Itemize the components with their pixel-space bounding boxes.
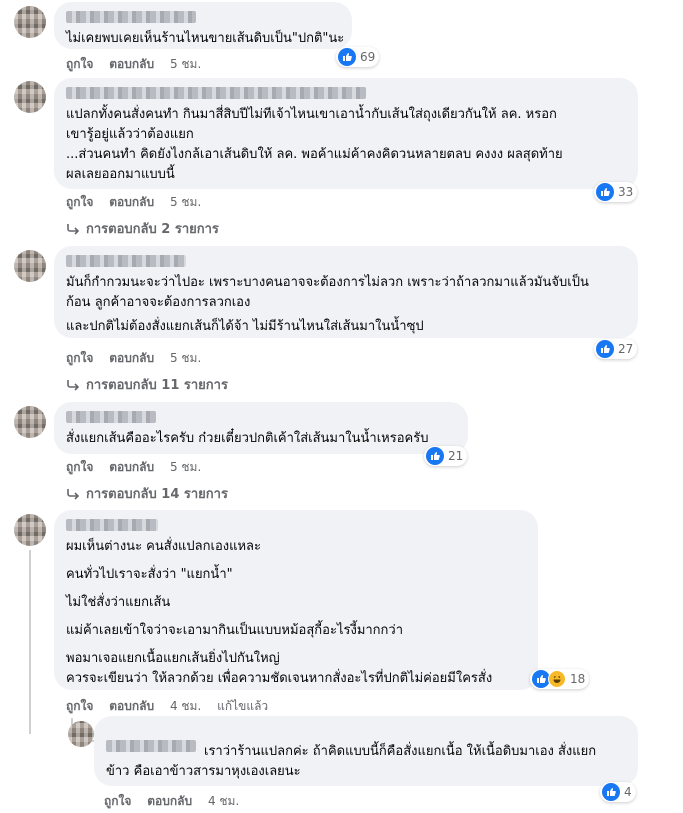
like-icon [338,48,356,66]
reaction-count: 27 [618,342,634,356]
author-name-blurred[interactable] [66,411,156,423]
like-button[interactable]: ถูกใจ [66,55,93,74]
timestamp[interactable]: 5 ชม. [170,349,201,368]
avatar[interactable] [14,514,46,546]
like-icon [596,183,614,201]
reply-arrow-icon [67,223,80,235]
comment-bubble: ไม่เคยพบเคยเห็นร้านไหนขายเส้นดิบเป็น"ปกต… [54,2,352,49]
author-name-blurred[interactable] [106,740,196,752]
reply-button[interactable]: ตอบกลับ [109,697,154,716]
reply-text: เราว่าร้านแปลกค่ะ ถ้าคิดแบบนี้ก็คือสั่งแ… [204,744,597,759]
reply-button[interactable]: ตอบกลับ [109,349,154,368]
comment-text: ไม่ใช่สั่งว่าแยกเส้น [66,595,171,610]
haha-icon [548,670,566,688]
reply-actions: ถูกใจ ตอบกลับ 4 ชม. [104,792,251,811]
like-icon [426,447,444,465]
like-icon [602,783,620,801]
reply-button[interactable]: ตอบกลับ [147,792,192,811]
comment-text: และปกติไม่ต้องสั่งแยกเส้นก็ได้จ้า ไม่มีร… [66,319,424,334]
reaction-count: 4 [624,785,632,799]
comment-actions: ถูกใจ ตอบกลับ 4 ชม. แก้ไขแล้ว [66,697,280,716]
reaction-count: 69 [360,50,376,64]
avatar[interactable] [14,406,46,438]
comment-actions: ถูกใจ ตอบกลับ 5 ชม. [66,349,213,368]
comment-bubble: แปลกทั้งคนสั่งคนทำ กินมาสี่สิบปีไม่ทีเจ้… [54,78,638,189]
comment-bubble: มันก็กำกวมนะจะว่าไปอะ เพราะบางคนอาจจะต้อ… [54,246,638,338]
reply-text: ข้าว คือเอาข้าวสารมาหุงเองเลยนะ [106,764,301,779]
reply-bubble: เราว่าร้านแปลกค่ะ ถ้าคิดแบบนี้ก็คือสั่งแ… [94,716,638,786]
reaction-summary[interactable]: 4 [600,782,636,802]
author-name-blurred[interactable] [66,11,196,23]
reply-button[interactable]: ตอบกลับ [109,458,154,477]
like-button[interactable]: ถูกใจ [66,349,93,368]
comment-actions: ถูกใจ ตอบกลับ 5 ชม. [66,55,213,74]
timestamp[interactable]: 4 ชม. [208,792,239,811]
replies-count-label[interactable]: การตอบกลับ 11 รายการ [86,374,228,395]
like-button[interactable]: ถูกใจ [66,193,93,212]
reaction-count: 18 [570,672,586,686]
comment-bubble: สั่งแยกเส้นคืออะไรครับ ก๋วยเตี๋ยวปกติเค้… [54,402,468,454]
reaction-summary[interactable]: 27 [594,339,638,359]
like-button[interactable]: ถูกใจ [66,458,93,477]
reply-button[interactable]: ตอบกลับ [109,55,154,74]
reply-button[interactable]: ตอบกลับ [109,193,154,212]
like-button[interactable]: ถูกใจ [104,792,131,811]
comment-text: คนทั่วไปเราจะสั่งว่า "แยกน้ำ" [66,567,233,582]
reaction-summary[interactable]: 21 [424,446,468,466]
comment-text: ก้อน ลูกค้าอาจจะต้องการลวกเอง [66,295,251,310]
timestamp[interactable]: 4 ชม. [170,697,201,716]
avatar[interactable] [68,721,94,747]
reaction-summary[interactable]: 69 [336,47,380,67]
timestamp[interactable]: 5 ชม. [170,193,201,212]
reaction-summary[interactable]: 18 [530,669,590,689]
comment-text: เขารู้อยู่แล้วว่าต้องแยก [66,127,194,142]
timestamp[interactable]: 5 ชม. [170,458,201,477]
comment-text: ผลเลยออกมาแบบนี้ [66,167,175,182]
author-name-blurred[interactable] [66,519,158,531]
replies-count-label[interactable]: การตอบกลับ 2 รายการ [86,218,219,239]
comment-bubble: ผมเห็นต่างนะ คนสั่งแปลกเองแหละ คนทั่วไปเ… [54,510,538,690]
comment-text: ...ส่วนคนทำ คิดยังไงกล้เอาเส้นดิบให้ ลค.… [66,147,563,162]
comment-text: ผมเห็นต่างนะ คนสั่งแปลกเองแหละ [66,539,262,554]
comment-text: มันก็กำกวมนะจะว่าไปอะ เพราะบางคนอาจจะต้อ… [66,275,589,290]
comment-text: แปลกทั้งคนสั่งคนทำ กินมาสี่สิบปีไม่ทีเจ้… [66,107,557,122]
comment-actions: ถูกใจ ตอบกลับ 5 ชม. [66,193,213,212]
comment-text: แม่ค้าเลยเข้าใจว่าจะเอามากินเป็นแบบหม้อส… [66,623,404,638]
comment-text: ควรจะเขียนว่า ให้ลวกด้วย เพื่อความชัดเจน… [66,671,493,686]
avatar[interactable] [14,81,46,113]
author-name-blurred[interactable] [66,87,366,99]
like-button[interactable]: ถูกใจ [66,697,93,716]
reaction-count: 21 [448,449,464,463]
reaction-count: 33 [618,185,634,199]
view-replies-link[interactable]: การตอบกลับ 2 รายการ [66,218,219,239]
author-name-blurred[interactable] [66,255,186,267]
view-replies-link[interactable]: การตอบกลับ 11 รายการ [66,374,228,395]
comment-text: ไม่เคยพบเคยเห็นร้านไหนขายเส้นดิบเป็น"ปกต… [66,31,345,46]
comment-actions: ถูกใจ ตอบกลับ 5 ชม. [66,458,213,477]
avatar[interactable] [14,250,46,282]
like-icon [596,340,614,358]
comment-text: สั่งแยกเส้นคืออะไรครับ ก๋วยเตี๋ยวปกติเค้… [66,431,429,446]
reply-arrow-icon [67,488,80,500]
avatar[interactable] [14,6,46,38]
view-replies-link[interactable]: การตอบกลับ 14 รายการ [66,483,228,504]
timestamp[interactable]: 5 ชม. [170,55,201,74]
reaction-summary[interactable]: 33 [594,182,638,202]
replies-count-label[interactable]: การตอบกลับ 14 รายการ [86,483,228,504]
reply-arrow-icon [67,379,80,391]
edited-label[interactable]: แก้ไขแล้ว [217,697,268,716]
comment-text: พอมาเจอแยกเนื้อแยกเส้นยิ่งไปกันใหญ่ [66,651,280,666]
